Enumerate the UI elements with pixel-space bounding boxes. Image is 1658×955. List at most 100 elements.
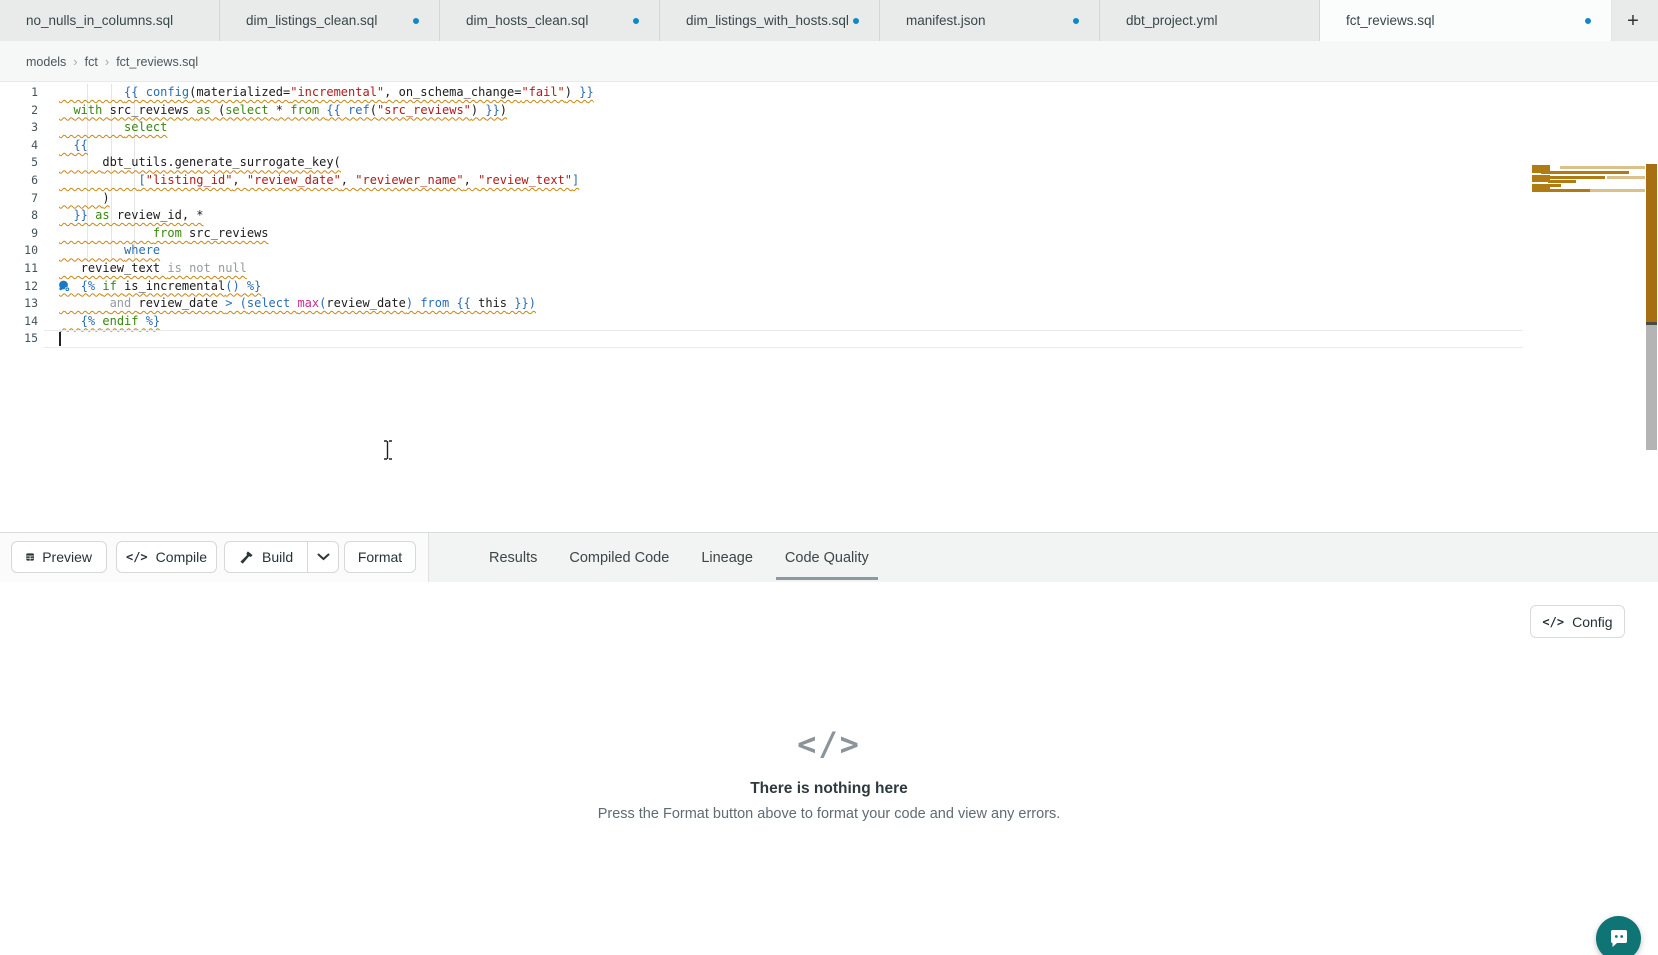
file-tab-label: dbt_project.yml: [1126, 13, 1218, 28]
code-line-2[interactable]: 2 with src_reviews as (select * from {{ …: [0, 102, 1658, 120]
code-line-text: {{: [44, 137, 88, 155]
build-button[interactable]: Build: [225, 542, 307, 572]
breadcrumb-item[interactable]: fct: [85, 55, 98, 69]
panel-tabs: Results Compiled Code Lineage Code Quality: [428, 533, 869, 582]
line-number: 1: [0, 84, 44, 102]
unsaved-changes-dot-icon: [853, 18, 859, 24]
line-number: 13: [0, 295, 44, 313]
code-line-15[interactable]: 15: [0, 330, 1658, 348]
empty-state-subtitle: Press the Format button above to format …: [0, 806, 1658, 822]
scrollbar-warning-annotations: [1646, 164, 1657, 322]
line-number: 4: [0, 137, 44, 155]
file-tab-label: manifest.json: [906, 13, 986, 28]
code-line-text: and review_date > (select max(review_dat…: [44, 295, 536, 313]
code-icon: </>: [1542, 615, 1564, 629]
breadcrumb-separator-icon: ›: [73, 54, 77, 69]
code-line-text: {% if is_incremental() %}: [44, 278, 261, 296]
file-tabbar: no_nulls_in_columns.sql dim_listings_clea…: [0, 0, 1658, 41]
code-line-4[interactable]: 4 {{: [0, 137, 1658, 155]
code-line-1[interactable]: 1 {{ config(materialized="incremental", …: [0, 84, 1658, 102]
build-button-group: Build: [224, 541, 339, 573]
mouse-cursor-ibeam: [382, 440, 394, 460]
code-line-11[interactable]: 11 review_text is not null: [0, 260, 1658, 278]
file-tab-fct_reviews.sql[interactable]: fct_reviews.sql: [1320, 0, 1612, 41]
line-number: 10: [0, 242, 44, 260]
code-line-text: from src_reviews: [44, 225, 269, 243]
line-number: 11: [0, 260, 44, 278]
panel-tab-label: Lineage: [701, 550, 753, 566]
code-line-9[interactable]: 9 from src_reviews: [0, 225, 1658, 243]
breadcrumb-separator-icon: ›: [105, 54, 109, 69]
code-line-3[interactable]: 3 select: [0, 119, 1658, 137]
line-number: 3: [0, 119, 44, 137]
line-number: 12: [0, 278, 44, 296]
panel-tab-lineage[interactable]: Lineage: [701, 533, 753, 582]
file-tab-label: fct_reviews.sql: [1346, 13, 1435, 28]
panel-tab-results[interactable]: Results: [489, 533, 537, 582]
panel-tab-label: Results: [489, 550, 537, 566]
code-line-12[interactable]: 12 {% if is_incremental() %}: [0, 278, 1658, 296]
line-number: 5: [0, 154, 44, 172]
config-button[interactable]: </> Config: [1530, 605, 1625, 638]
preview-button[interactable]: Preview: [11, 541, 107, 573]
line-number: 2: [0, 102, 44, 120]
code-icon: </>: [126, 550, 148, 564]
code-line-text: dbt_utils.generate_surrogate_key(: [44, 154, 341, 172]
panel-tab-code-quality[interactable]: Code Quality: [785, 533, 869, 582]
line-number: 8: [0, 207, 44, 225]
assistant-chat-button[interactable]: [1596, 916, 1641, 955]
code-editor[interactable]: 1 {{ config(materialized="incremental", …: [0, 82, 1658, 532]
file-tab-label: dim_listings_clean.sql: [246, 13, 377, 28]
panel-tab-label: Compiled Code: [569, 550, 669, 566]
build-options-button[interactable]: [307, 542, 338, 572]
code-line-13[interactable]: 13 and review_date > (select max(review_…: [0, 295, 1658, 313]
file-tab-no_nulls_in_columns.sql[interactable]: no_nulls_in_columns.sql: [0, 0, 220, 41]
code-icon: </>: [0, 725, 1658, 763]
format-button[interactable]: Format: [344, 541, 416, 573]
compile-label: Compile: [156, 549, 207, 565]
hammer-icon: [239, 550, 254, 565]
file-tab-dim_listings_with_hosts.sql[interactable]: dim_listings_with_hosts.sql: [660, 0, 880, 41]
code-line-8[interactable]: 8 }} as review_id, *: [0, 207, 1658, 225]
code-line-14[interactable]: 14 {% endif %}: [0, 313, 1658, 331]
chat-icon: [1608, 929, 1630, 949]
minimap: [1532, 165, 1645, 193]
code-line-7[interactable]: 7 ): [0, 190, 1658, 208]
line-number: 15: [0, 330, 44, 348]
file-tab-label: no_nulls_in_columns.sql: [26, 13, 173, 28]
code-line-10[interactable]: 10 where: [0, 242, 1658, 260]
empty-state: </> There is nothing here Press the Form…: [0, 725, 1658, 822]
file-tab-dim_hosts_clean.sql[interactable]: dim_hosts_clean.sql: [440, 0, 660, 41]
text-cursor: [59, 332, 61, 346]
new-tab-button[interactable]: +: [1620, 8, 1646, 34]
editor-scrollbar[interactable]: [1646, 164, 1657, 450]
code-line-5[interactable]: 5 dbt_utils.generate_surrogate_key(: [0, 154, 1658, 172]
breadcrumb-item: fct_reviews.sql: [116, 55, 198, 69]
file-tab-dim_listings_clean.sql[interactable]: dim_listings_clean.sql: [220, 0, 440, 41]
active-line-highlight: [44, 330, 1523, 348]
code-line-text: ): [44, 190, 110, 208]
preview-label: Preview: [42, 549, 92, 565]
line-number: 6: [0, 172, 44, 190]
unsaved-changes-dot-icon: [1073, 18, 1079, 24]
table-icon: [26, 550, 34, 564]
bottom-toolbar: Preview </> Compile Build Format Results: [0, 532, 1658, 582]
unsaved-changes-dot-icon: [413, 18, 419, 24]
file-header-row: models›fct›fct_reviews.sql Save: [0, 41, 1658, 82]
breadcrumb: models › fct › fct_reviews.sql: [26, 41, 198, 82]
file-tab-manifest.json[interactable]: manifest.json: [880, 0, 1100, 41]
panel-tab-compiled-code[interactable]: Compiled Code: [569, 533, 669, 582]
line-number: 9: [0, 225, 44, 243]
config-label: Config: [1572, 614, 1612, 630]
breadcrumb-item[interactable]: models: [26, 55, 66, 69]
chevron-down-icon: [317, 553, 330, 561]
file-tab-dbt_project.yml[interactable]: dbt_project.yml: [1100, 0, 1320, 41]
code-quality-panel: </> Config </> There is nothing here Pre…: [0, 582, 1658, 955]
compile-button[interactable]: </> Compile: [116, 541, 217, 573]
format-label: Format: [358, 549, 402, 565]
code-line-6[interactable]: 6 ["listing_id", "review_date", "reviewe…: [0, 172, 1658, 190]
code-line-text: }} as review_id, *: [44, 207, 204, 225]
lint-action-icon[interactable]: [58, 280, 71, 293]
line-number: 7: [0, 190, 44, 208]
code-line-text: with src_reviews as (select * from {{ re…: [44, 102, 507, 120]
